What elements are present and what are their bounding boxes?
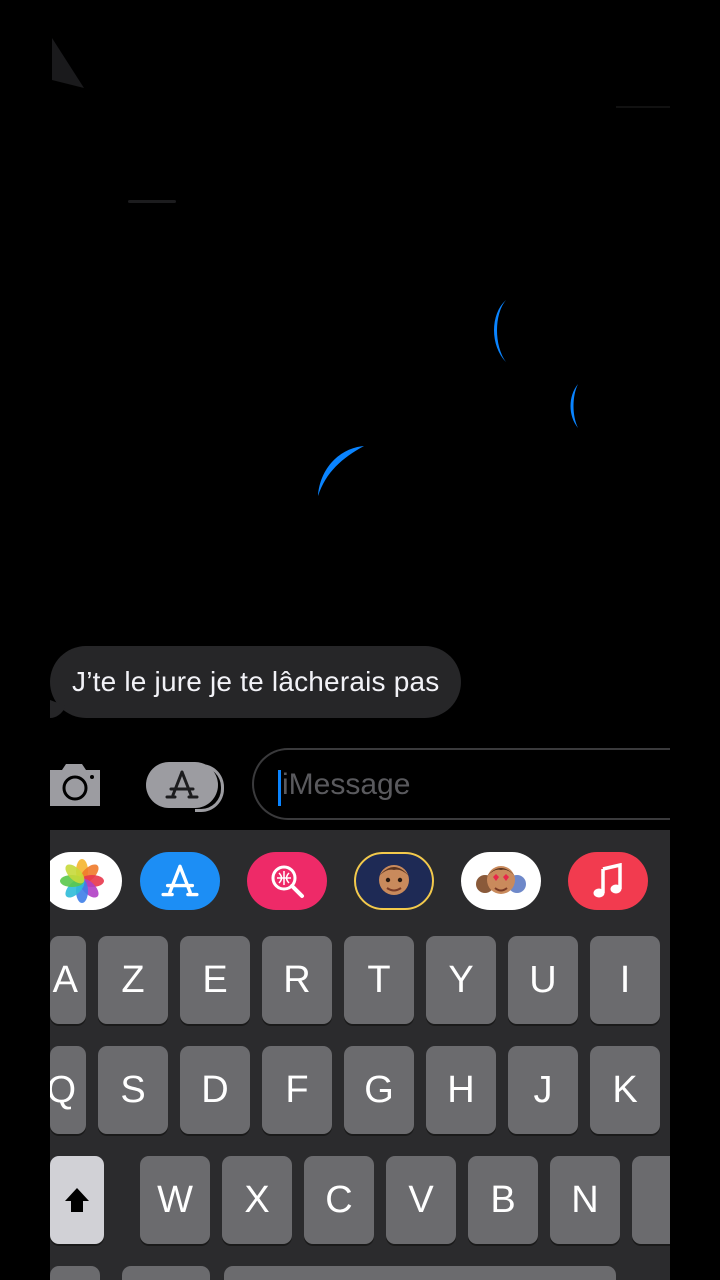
received-message-bubble[interactable]: J’te le jure je te lâcherais pas: [50, 646, 462, 718]
key-w[interactable]: W: [140, 1156, 210, 1244]
compose-bar: [50, 748, 670, 824]
images-search-icon[interactable]: [247, 852, 327, 910]
sent-bubble-edge: [318, 446, 364, 496]
sent-bubble-edge: [494, 300, 506, 362]
messages-screen: J’te le jure je te lâcherais pas iMessag…: [50, 0, 670, 1280]
key-apostrophe[interactable]: [632, 1156, 670, 1244]
app-store-icon[interactable]: [140, 852, 220, 910]
camera-icon[interactable]: [50, 762, 100, 808]
photos-app-icon[interactable]: [50, 852, 122, 910]
memoji-icon[interactable]: [354, 852, 434, 910]
emoji-key[interactable]: [122, 1266, 210, 1280]
bubble-tail: [50, 700, 66, 718]
keyboard: A Z E R T Y U I Q S D F G H J K W X C V …: [50, 830, 670, 1280]
key-t[interactable]: T: [344, 936, 414, 1024]
key-q[interactable]: Q: [50, 1046, 86, 1134]
divider: [128, 200, 176, 203]
app-drawer: [50, 830, 670, 930]
key-y[interactable]: Y: [426, 936, 496, 1024]
key-a[interactable]: A: [50, 936, 86, 1024]
key-h[interactable]: H: [426, 1046, 496, 1134]
key-k[interactable]: K: [590, 1046, 660, 1134]
key-z[interactable]: Z: [98, 936, 168, 1024]
key-g[interactable]: G: [344, 1046, 414, 1134]
memoji-stickers-icon[interactable]: [461, 852, 541, 910]
app-store-button[interactable]: [146, 762, 224, 812]
numbers-key[interactable]: [50, 1266, 100, 1280]
music-icon[interactable]: [568, 852, 648, 910]
sent-bubble-edge: [570, 384, 578, 428]
apps-button-edge: [195, 764, 224, 812]
key-x[interactable]: X: [222, 1156, 292, 1244]
key-f[interactable]: F: [262, 1046, 332, 1134]
key-c[interactable]: C: [304, 1156, 374, 1244]
key-u[interactable]: U: [508, 936, 578, 1024]
divider: [616, 106, 670, 108]
text-cursor: [278, 770, 281, 806]
space-key[interactable]: [224, 1266, 616, 1280]
key-e[interactable]: E: [180, 936, 250, 1024]
key-r[interactable]: R: [262, 936, 332, 1024]
key-d[interactable]: D: [180, 1046, 250, 1134]
message-field[interactable]: [252, 748, 670, 820]
key-s[interactable]: S: [98, 1046, 168, 1134]
message-text: J’te le jure je te lâcherais pas: [72, 666, 440, 697]
key-b[interactable]: B: [468, 1156, 538, 1244]
key-n[interactable]: N: [550, 1156, 620, 1244]
shift-arrow-icon: [65, 1188, 89, 1212]
key-j[interactable]: J: [508, 1046, 578, 1134]
key-i[interactable]: I: [590, 936, 660, 1024]
key-v[interactable]: V: [386, 1156, 456, 1244]
imessage-input[interactable]: [282, 762, 662, 808]
shift-key[interactable]: [50, 1156, 104, 1244]
back-chevron-icon[interactable]: [50, 30, 86, 90]
app-store-icon: [165, 770, 199, 799]
